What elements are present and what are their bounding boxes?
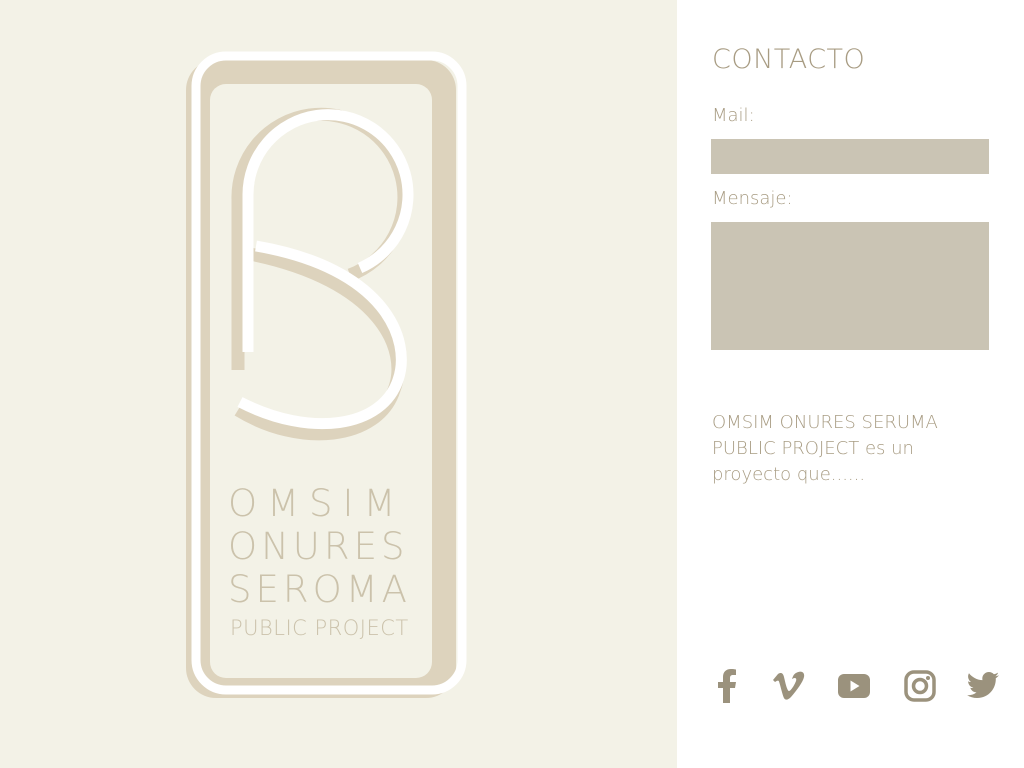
logo-line-omsim: OMSIM xyxy=(228,482,406,525)
omsim-logo-emblem xyxy=(186,51,467,698)
contact-panel: CONTACTO Mail: Mensaje: OMSIM ONURES SER… xyxy=(677,0,1024,768)
logo-line-onures: ONURES xyxy=(228,525,409,568)
logo-panel: OMSIM ONURES SEROMA PUBLIC PROJECT xyxy=(0,0,677,768)
twitter-icon[interactable] xyxy=(963,666,1003,706)
instagram-icon[interactable] xyxy=(900,666,940,706)
message-textarea[interactable] xyxy=(711,222,989,350)
social-links xyxy=(707,666,999,706)
contact-heading: CONTACTO xyxy=(712,44,866,75)
about-text: OMSIM ONURES SERUMA PUBLIC PROJECT es un… xyxy=(712,412,938,485)
youtube-icon[interactable] xyxy=(834,666,874,706)
facebook-icon[interactable] xyxy=(707,666,747,706)
vimeo-icon[interactable] xyxy=(769,666,809,706)
mail-label: Mail: xyxy=(712,105,755,126)
logo-subtitle: PUBLIC PROJECT xyxy=(230,616,409,640)
message-label: Mensaje: xyxy=(712,188,793,209)
logo-line-seroma: SEROMA xyxy=(228,568,411,611)
mail-input[interactable] xyxy=(711,139,989,174)
